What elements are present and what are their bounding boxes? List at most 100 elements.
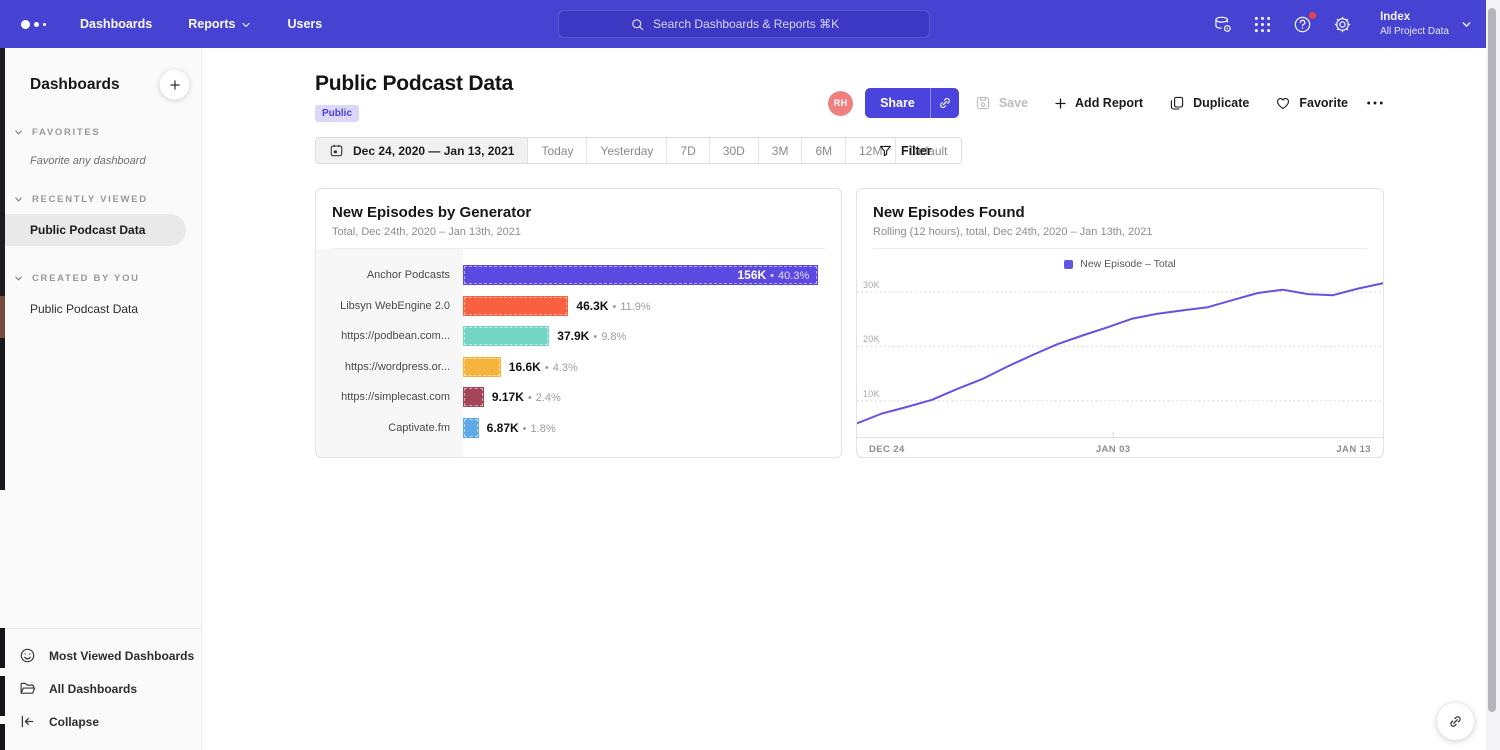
favorite-label: Favorite xyxy=(1299,96,1348,110)
card-subtitle: Total, Dec 24th, 2020 – Jan 13th, 2021 xyxy=(332,226,825,238)
quick-range-30d[interactable]: 30D xyxy=(710,138,759,163)
bar-percent: 2.4% xyxy=(536,392,561,404)
project-name: Index xyxy=(1380,10,1449,25)
scrollbar-thumb[interactable] xyxy=(1488,8,1496,712)
link-icon xyxy=(1447,713,1464,730)
ellipsis-icon xyxy=(1366,100,1384,106)
sidebar-footer-most-viewed-dashboards[interactable]: Most Viewed Dashboards xyxy=(0,639,201,672)
quick-range-6m[interactable]: 6M xyxy=(802,138,846,163)
chart-legend: New Episode – Total xyxy=(857,249,1383,270)
sidebar-section-header-recently-viewed[interactable]: RECENTLY VIEWED xyxy=(0,194,201,205)
save-button-label: Save xyxy=(999,96,1028,110)
favorite-button[interactable]: Favorite xyxy=(1275,95,1348,111)
nav-item-dashboards[interactable]: Dashboards xyxy=(80,17,152,31)
line-chart: New Episode – Total DEC 24 JAN 03 JAN 13… xyxy=(857,249,1383,457)
data-sources-icon[interactable] xyxy=(1212,14,1233,35)
sidebar-footer-collapse[interactable]: Collapse xyxy=(0,705,201,738)
x-tick-label: DEC 24 xyxy=(869,444,905,455)
add-report-label: Add Report xyxy=(1075,96,1143,110)
sidebar-section-header-favorites[interactable]: FAVORITES xyxy=(0,127,201,138)
more-actions-button[interactable] xyxy=(1366,100,1384,106)
share-button[interactable]: Share xyxy=(865,88,959,118)
bar-value-label: 6.87K•1.8% xyxy=(487,421,556,435)
help-icon[interactable] xyxy=(1292,14,1313,35)
nav-item-label: Dashboards xyxy=(80,17,152,31)
bar-value-label: 156K•40.3% xyxy=(737,268,818,282)
filter-label: Filter xyxy=(901,144,932,158)
legend-swatch xyxy=(1064,260,1073,269)
search-input[interactable] xyxy=(653,17,858,31)
date-range-picker[interactable]: Dec 24, 2020 — Jan 13, 2021 xyxy=(316,138,528,163)
calendar-icon xyxy=(329,143,344,158)
bar-value-label: 16.6K•4.3% xyxy=(509,360,578,374)
bar-percent: 40.3% xyxy=(778,270,809,282)
search-bar[interactable] xyxy=(558,10,930,38)
bar-percent: 1.8% xyxy=(531,423,556,435)
apps-grid-icon[interactable] xyxy=(1252,14,1273,35)
bar-row: 46.3K•11.9% xyxy=(463,291,841,322)
settings-icon[interactable] xyxy=(1332,14,1353,35)
chevron-down-icon xyxy=(14,195,23,204)
copy-link-button[interactable] xyxy=(930,88,959,118)
bar-value: 6.87K xyxy=(487,421,519,435)
avatar[interactable]: RH xyxy=(828,91,853,116)
quick-range-yesterday[interactable]: Yesterday xyxy=(587,138,667,163)
sidebar-footer-label: All Dashboards xyxy=(49,682,137,696)
bar-category-label: https://simplecast.com xyxy=(316,382,463,413)
app-logo[interactable] xyxy=(21,20,55,29)
notification-dot xyxy=(1309,12,1316,19)
line-series xyxy=(857,283,1383,423)
project-switcher[interactable]: Index All Project Data xyxy=(1380,10,1472,38)
bar-category-label: https://wordpress.or... xyxy=(316,352,463,383)
save-button[interactable]: Save xyxy=(975,95,1028,111)
share-button-label[interactable]: Share xyxy=(865,88,930,118)
filter-button[interactable]: Filter xyxy=(878,137,932,164)
bar-chart-bars: 156K•40.3%46.3K•11.9%37.9K•9.8%16.6K•4.3… xyxy=(463,249,841,457)
chevron-down-icon xyxy=(14,128,23,137)
quick-range-today[interactable]: Today xyxy=(528,138,587,163)
search-icon xyxy=(630,17,645,32)
bar[interactable] xyxy=(463,357,501,377)
plus-icon xyxy=(1054,97,1067,110)
bar-percent: 11.9% xyxy=(620,301,650,313)
bar[interactable]: 156K•40.3% xyxy=(463,265,818,285)
save-icon xyxy=(975,95,991,111)
x-tick-label: JAN 03 xyxy=(1096,444,1131,455)
logo-dot-small xyxy=(43,23,46,26)
sidebar-title: Dashboards xyxy=(30,76,120,94)
sidebar-footer-all-dashboards[interactable]: All Dashboards xyxy=(0,672,201,705)
sidebar-footer-label: Collapse xyxy=(49,715,99,729)
bar-value-label: 9.17K•2.4% xyxy=(492,390,561,404)
bar-category-label: Libsyn WebEngine 2.0 xyxy=(316,291,463,322)
bar[interactable] xyxy=(463,387,484,407)
bar-value-label: 46.3K•11.9% xyxy=(576,299,650,313)
quick-range-3m[interactable]: 3M xyxy=(759,138,803,163)
bar[interactable] xyxy=(463,296,568,316)
heart-icon xyxy=(1275,95,1291,111)
new-dashboard-button[interactable] xyxy=(159,69,190,100)
logo-dot-large xyxy=(21,20,30,29)
bar[interactable] xyxy=(463,418,479,438)
sidebar-item-public-podcast-data[interactable]: Public Podcast Data xyxy=(0,293,201,325)
quick-range-7d[interactable]: 7D xyxy=(667,138,709,163)
duplicate-button[interactable]: Duplicate xyxy=(1169,95,1249,111)
public-badge: Public xyxy=(315,105,359,122)
add-report-button[interactable]: Add Report xyxy=(1054,96,1143,110)
bar-row: 156K•40.3% xyxy=(463,260,841,291)
sidebar-item-public-podcast-data[interactable]: Public Podcast Data xyxy=(0,214,186,246)
nav-item-users[interactable]: Users xyxy=(287,17,322,31)
floating-link-button[interactable] xyxy=(1437,703,1474,740)
scrollbar-track[interactable] xyxy=(1486,0,1500,750)
x-tick-label: JAN 13 xyxy=(1336,444,1371,455)
page-title: Public Podcast Data xyxy=(315,72,513,96)
bar-row: 16.6K•4.3% xyxy=(463,352,841,383)
nav-item-label: Users xyxy=(287,17,322,31)
folder-icon xyxy=(19,680,36,697)
logo-dot-medium xyxy=(34,22,39,27)
project-scope: All Project Data xyxy=(1380,25,1449,38)
nav-menu: Dashboards Reports Users xyxy=(80,17,322,31)
left-edge-strip xyxy=(0,338,5,490)
bar[interactable] xyxy=(463,326,549,346)
nav-item-reports[interactable]: Reports xyxy=(188,17,251,31)
sidebar-section-header-created-by-you[interactable]: CREATED BY YOU xyxy=(0,273,201,284)
